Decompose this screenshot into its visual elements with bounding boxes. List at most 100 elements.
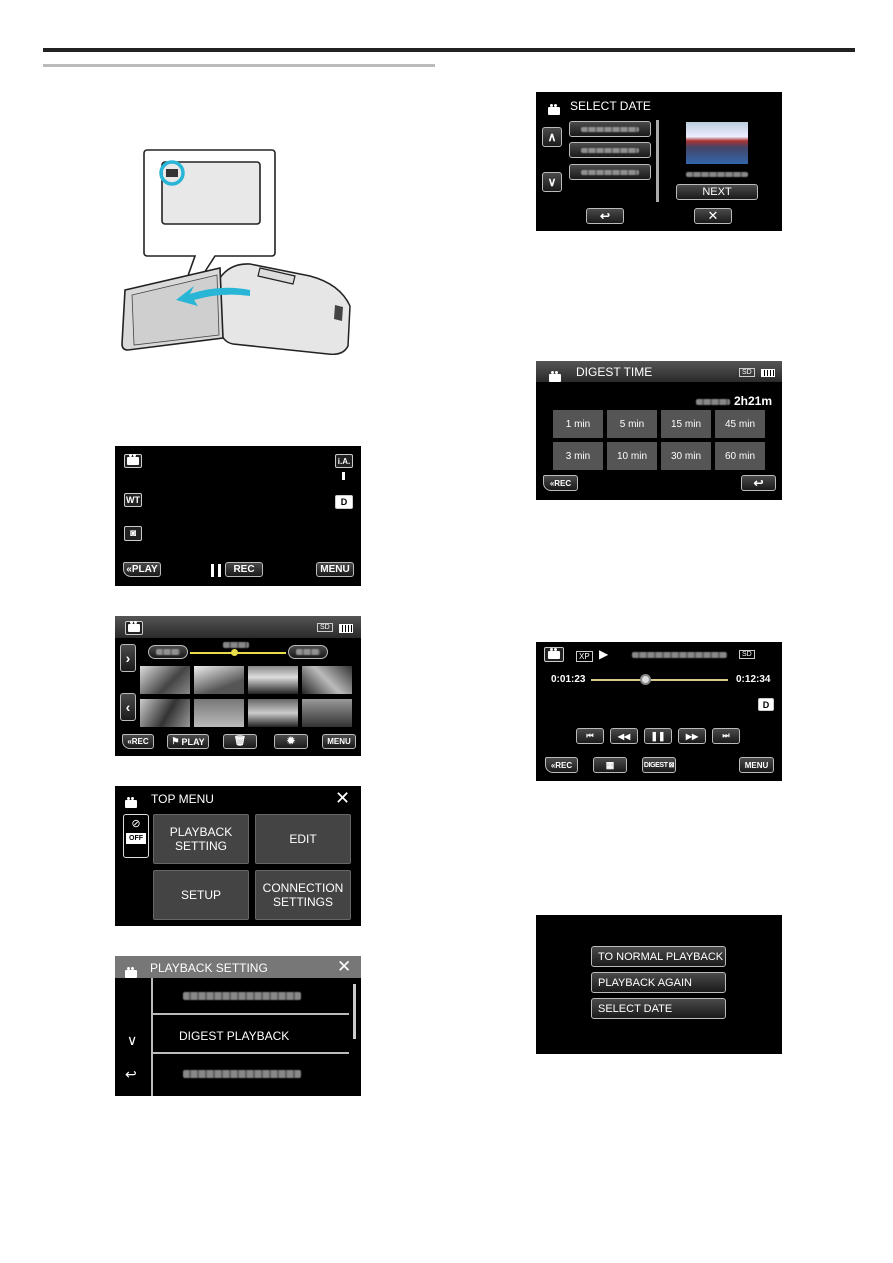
date-item[interactable]	[569, 142, 651, 158]
menu-button[interactable]: MENU	[322, 734, 356, 749]
select-date-button[interactable]: SELECT DATE	[591, 998, 726, 1019]
list-item-digest-playback[interactable]: DIGEST PLAYBACK	[153, 1017, 349, 1054]
trash-icon: 🗑	[233, 736, 247, 747]
date-item[interactable]	[569, 164, 651, 180]
timeline-slider[interactable]	[190, 652, 286, 654]
intelligent-auto-button[interactable]: i.A.	[335, 454, 353, 468]
menu-item-edit[interactable]: EDIT	[255, 814, 351, 864]
flag-icon: ⚑	[171, 736, 180, 746]
next-page-button[interactable]: ›	[120, 644, 136, 672]
rewind-button[interactable]: ◀◀	[610, 728, 638, 744]
digest-button[interactable]: DIGEST ⊠	[642, 757, 676, 773]
video-mode-icon[interactable]	[124, 454, 142, 468]
index-view-button[interactable]: ▦	[593, 757, 627, 773]
preview-thumbnail	[686, 122, 748, 164]
d-button[interactable]: D	[335, 495, 353, 509]
scrollbar[interactable]	[353, 984, 356, 1039]
flagged-play-button[interactable]: ⚑ PLAY	[167, 734, 209, 749]
digest-option[interactable]: 30 min	[661, 442, 711, 470]
list-item-label	[183, 992, 301, 1000]
menu-item-setup[interactable]: SETUP	[153, 870, 249, 920]
thumbnail[interactable]	[302, 699, 352, 727]
timeline-slider-knob[interactable]	[231, 649, 238, 656]
recording-date	[632, 652, 727, 658]
select-date-screen: SELECT DATE ∧ ∨ NEXT ↩ ✕	[536, 92, 782, 231]
skip-back-button[interactable]: ⏮	[576, 728, 604, 744]
total-time-label-prefix	[696, 399, 730, 405]
list-item-label	[183, 1070, 301, 1078]
date-next-button[interactable]	[288, 645, 328, 659]
camera-icon[interactable]: ◙	[124, 526, 142, 541]
rec-mode-button[interactable]: «REC	[545, 757, 578, 773]
wt-button[interactable]: WT	[124, 493, 142, 507]
next-button[interactable]: NEXT	[676, 184, 758, 200]
date-item[interactable]	[569, 121, 651, 137]
play-mode-button[interactable]: «PLAY	[123, 562, 161, 577]
scroll-down-button[interactable]: ∨	[542, 172, 562, 192]
thumbnail[interactable]	[248, 666, 298, 694]
to-normal-playback-button[interactable]: TO NORMAL PLAYBACK	[591, 946, 726, 967]
video-mode-icon[interactable]	[544, 647, 564, 662]
seek-bar-knob[interactable]	[640, 674, 651, 685]
mute-off-button[interactable]: ⊘ OFF	[123, 814, 149, 858]
menu-button[interactable]: MENU	[739, 757, 774, 773]
back-icon[interactable]: ↩	[125, 1066, 137, 1083]
rec-mode-button[interactable]: «REC	[543, 475, 578, 491]
playback-again-button[interactable]: PLAYBACK AGAIN	[591, 972, 726, 993]
thumbnail[interactable]	[140, 666, 190, 694]
thumbnail[interactable]	[248, 699, 298, 727]
thumbnail[interactable]	[140, 699, 190, 727]
pause-button[interactable]: ❚❚	[644, 728, 672, 744]
list-item[interactable]	[153, 1056, 349, 1096]
date-prev-button[interactable]	[148, 645, 188, 659]
scroll-up-button[interactable]: ∧	[542, 127, 562, 147]
battery-icon	[339, 624, 353, 633]
digest-option[interactable]: 15 min	[661, 410, 711, 438]
menu-item-label: EDIT	[289, 832, 317, 846]
play-status-icon: ▶	[599, 647, 609, 661]
prev-page-button[interactable]: ‹	[120, 693, 136, 721]
menu-item-label: PLAYBACK	[169, 825, 233, 839]
back-button[interactable]: ↩	[586, 208, 624, 224]
digest-option[interactable]: 5 min	[607, 410, 657, 438]
digest-option[interactable]: 1 min	[553, 410, 603, 438]
seek-bar[interactable]	[591, 679, 728, 681]
rec-mode-button[interactable]: «REC	[122, 734, 154, 749]
digest-option[interactable]: 10 min	[607, 442, 657, 470]
close-button[interactable]: ✕	[694, 208, 732, 224]
menu-item-label: SETTINGS	[272, 895, 333, 909]
scrollbar[interactable]	[656, 120, 659, 202]
digest-option[interactable]: 45 min	[715, 410, 765, 438]
menu-item-playback-setting[interactable]: PLAYBACK SETTING	[153, 814, 249, 864]
video-mode-icon	[125, 965, 137, 983]
delete-button[interactable]: 🗑	[223, 734, 257, 749]
camcorder-illustration	[110, 140, 360, 356]
digest-option[interactable]: 60 min	[715, 442, 765, 470]
quality-label: XP	[576, 651, 593, 662]
video-mode-icon	[548, 102, 560, 120]
thumbnail[interactable]	[194, 699, 244, 727]
camcorder-drawing	[121, 149, 351, 356]
video-mode-icon[interactable]	[125, 621, 143, 635]
digest-option[interactable]: 3 min	[553, 442, 603, 470]
close-icon[interactable]: ✕	[337, 957, 351, 977]
close-icon[interactable]: ✕	[335, 788, 350, 809]
rec-button[interactable]: REC	[225, 562, 263, 577]
video-mode-icon	[549, 369, 561, 387]
sd-card-icon: SD	[739, 650, 755, 659]
menu-item-connection-settings[interactable]: CONNECTION SETTINGS	[255, 870, 351, 920]
d-button[interactable]: D	[758, 698, 774, 711]
back-button[interactable]: ↩	[741, 475, 776, 491]
thumbnail[interactable]	[302, 666, 352, 694]
fast-forward-button[interactable]: ▶▶	[678, 728, 706, 744]
thumbnail[interactable]	[194, 666, 244, 694]
list-item[interactable]	[153, 978, 349, 1015]
battery-icon	[761, 369, 775, 377]
scroll-down-icon[interactable]: ∨	[127, 1032, 137, 1049]
grid-icon: ▦	[605, 759, 615, 770]
skip-forward-button[interactable]: ⏭	[712, 728, 740, 744]
list-item-label: DIGEST PLAYBACK	[179, 1029, 290, 1043]
settings-button[interactable]: ✹	[274, 734, 308, 749]
gear-icon: ✹	[286, 736, 296, 747]
menu-button[interactable]: MENU	[316, 562, 354, 577]
